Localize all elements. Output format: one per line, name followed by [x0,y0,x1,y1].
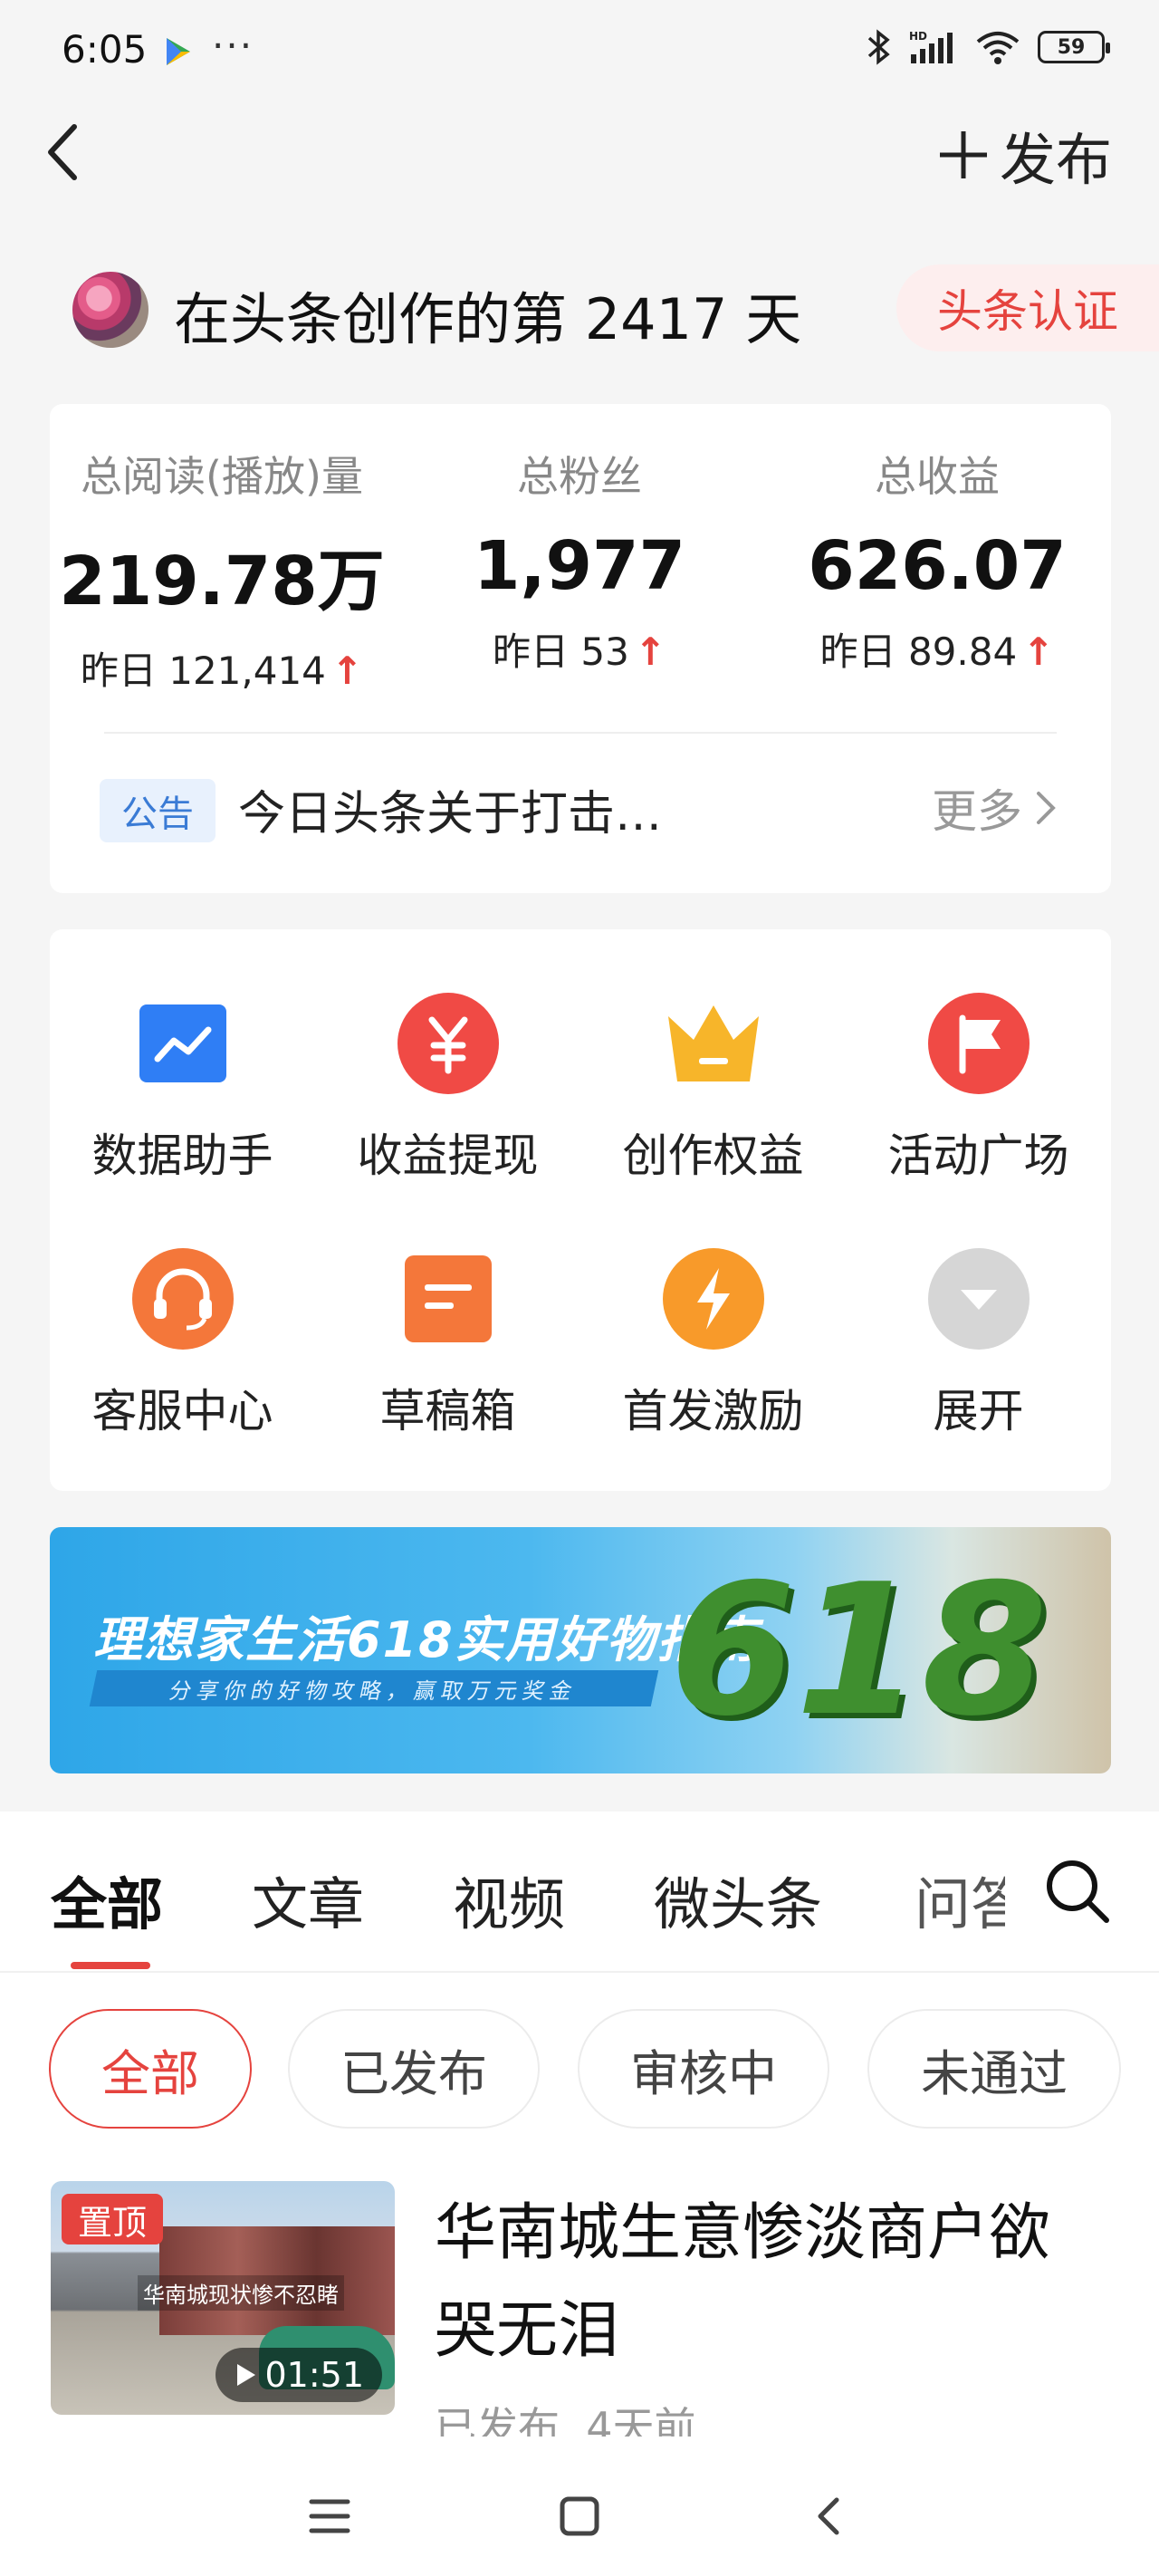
filter-reviewing[interactable]: 审核中 [578,2009,829,2129]
notice-more-link[interactable]: 更多 [932,775,1057,841]
stat-value: 219.78万 [59,543,385,620]
crown-icon [663,993,764,1094]
video-thumbnail[interactable]: 置顶 华南城现状惨不忍睹 01:51 [51,2181,395,2415]
draft-icon [398,1248,499,1350]
publish-button[interactable]: 发布 [936,116,1112,194]
plus-icon [939,131,987,178]
stat-label: 总收益 [875,452,1000,501]
divider [0,1971,1159,1973]
banner-618-graphic: 618 [669,1545,1048,1756]
video-duration: 01:51 [216,2348,382,2402]
up-arrow-icon: ↑ [634,630,666,674]
status-time: 6:05 [62,27,148,72]
tool-label: 首发激励 [622,1385,804,1437]
tool-label: 收益提现 [357,1129,539,1182]
stats-card: 总阅读(播放)量 219.78万 昨日 121,414 ↑ 总粉丝 1,977 昨… [50,404,1111,893]
play-icon [237,2364,256,2386]
headset-icon [131,1248,234,1350]
back-button[interactable] [40,116,94,188]
tool-first-post-incentive[interactable]: 首发激励 [580,1185,846,1447]
up-arrow-icon: ↑ [330,649,364,693]
video-meta: 已发布 4天前 [435,2395,696,2437]
stat-value: 1,977 [473,527,686,605]
notice-text[interactable]: 今日头条关于打击诈骗行... [238,775,709,843]
status-icons: HD 59 [866,29,1110,65]
pinned-badge: 置顶 [62,2194,163,2244]
stat-delta: 昨日 53 ↑ [493,630,666,674]
chart-icon [132,993,234,1094]
tool-creator-rights[interactable]: 创作权益 [580,929,846,1192]
chevron-left-icon [48,124,77,180]
tab-all[interactable]: 全部 [51,1859,163,1940]
notice-more-label: 更多 [932,785,1022,838]
divider [104,732,1057,734]
video-title[interactable]: 华南城生意惨淡商户欲哭无泪 [435,2185,1087,2380]
banner-title: 理想家生活618实用好物指南 [93,1611,759,1668]
search-icon[interactable] [1041,1855,1114,1927]
stat-total-reads[interactable]: 总阅读(播放)量 219.78万 昨日 121,414 ↑ [50,444,394,696]
chevron-right-icon [1037,792,1056,824]
status-more-icon: ··· [212,24,254,68]
publish-label: 发布 [999,127,1112,193]
signal-icon: HD [909,30,953,63]
tools-card: 数据助手 收益提现 创作权益 活动广场 客服中心 草稿箱 首发激励 展开 [50,929,1111,1491]
filter-all[interactable]: 全部 [49,2009,252,2129]
stat-total-income[interactable]: 总收益 626.07 昨日 89.84 ↑ [765,444,1109,677]
yuan-icon [397,993,499,1094]
video-status: 已发布 [435,2403,560,2437]
bluetooth-icon [867,29,890,65]
tool-label: 草稿箱 [379,1385,516,1437]
home-icon[interactable] [543,2480,616,2552]
expand-icon [927,1248,1030,1350]
stat-delta: 昨日 121,414 ↑ [80,649,364,693]
tool-data-assistant[interactable]: 数据助手 [50,929,315,1192]
tab-micro-posts[interactable]: 微头条 [654,1859,822,1940]
avatar[interactable] [72,272,148,348]
banner-subtitle: 分享你的好物攻略，赢取万元奖金 [89,1670,659,1706]
tool-label: 客服中心 [91,1385,273,1437]
notice-tag: 公告 [100,779,216,842]
play-store-icon [163,36,194,67]
lightning-icon [662,1248,764,1350]
stat-total-fans[interactable]: 总粉丝 1,977 昨日 53 ↑ [407,444,752,677]
tab-qa[interactable]: 问答 [915,1859,1005,1940]
flag-icon [927,993,1030,1094]
certify-button[interactable]: 头条认证 [896,264,1159,351]
menu-icon[interactable] [293,2480,366,2552]
tool-expand[interactable]: 展开 [846,1185,1111,1447]
stat-value: 626.07 [808,527,1067,605]
nav-back-icon[interactable] [793,2480,866,2552]
filter-rejected[interactable]: 未通过 [867,2009,1121,2129]
thumbnail-caption: 华南城现状惨不忍睹 [138,2275,344,2311]
stat-label: 总粉丝 [517,452,642,501]
wifi-icon [976,32,1020,64]
creator-days-text: 在头条创作的第 2417 天 [174,286,802,352]
tab-active-indicator [71,1962,150,1969]
tool-activity-square[interactable]: 活动广场 [846,929,1111,1192]
battery-icon: 59 [1038,31,1110,63]
filter-published[interactable]: 已发布 [288,2009,540,2129]
stat-label: 总阅读(播放)量 [81,452,363,501]
up-arrow-icon: ↑ [1022,630,1055,674]
video-time: 4天前 [586,2403,696,2437]
tool-label: 数据助手 [91,1129,273,1182]
tab-videos[interactable]: 视频 [453,1859,565,1940]
svg-text:HD: HD [909,30,927,43]
tool-customer-service[interactable]: 客服中心 [50,1185,315,1447]
stat-delta: 昨日 89.84 ↑ [819,630,1055,674]
tool-income-withdraw[interactable]: 收益提现 [315,929,580,1192]
promo-banner[interactable]: 理想家生活618实用好物指南 分享你的好物攻略，赢取万元奖金 618 [50,1527,1111,1773]
duration-text: 01:51 [264,2355,364,2395]
tool-label: 创作权益 [622,1129,804,1182]
tool-label: 活动广场 [887,1129,1069,1182]
tool-label: 展开 [933,1385,1024,1437]
tab-articles[interactable]: 文章 [252,1859,364,1940]
tool-drafts[interactable]: 草稿箱 [315,1185,580,1447]
